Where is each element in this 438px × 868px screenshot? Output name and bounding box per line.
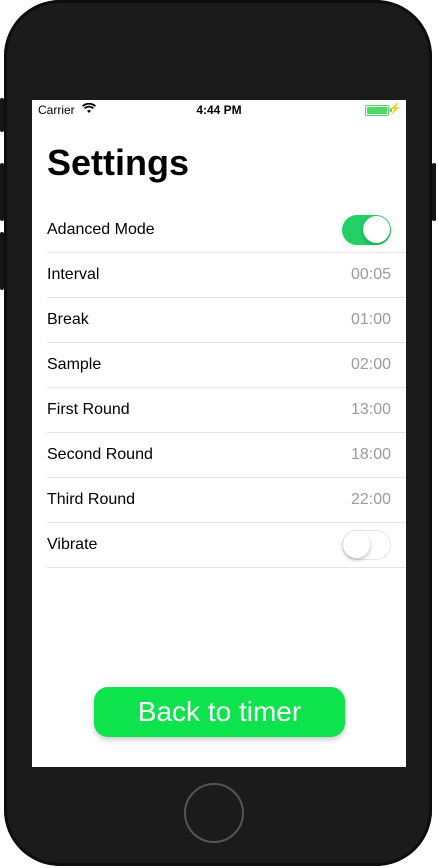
setting-value[interactable]: 00:05 [351, 266, 391, 284]
status-bar: Carrier 4:44 PM ⚡ [32, 100, 406, 120]
vibrate-toggle[interactable] [342, 530, 391, 560]
setting-label: First Round [47, 401, 130, 418]
mute-switch [0, 98, 4, 132]
toggle-knob [343, 531, 370, 558]
setting-row-interval[interactable]: Interval 00:05 [47, 253, 406, 298]
setting-label: Third Round [47, 491, 136, 508]
setting-row-vibrate: Vibrate [47, 523, 406, 568]
setting-row-first-round[interactable]: First Round 13:00 [47, 388, 406, 433]
settings-list: Adanced Mode Interval 00:05 Break 01:00 … [47, 208, 406, 568]
setting-row-sample[interactable]: Sample 02:00 [47, 343, 406, 388]
app-screen: Carrier 4:44 PM ⚡ Settings Adanced Mode … [32, 100, 406, 767]
page-title: Settings [47, 142, 190, 183]
setting-value[interactable]: 13:00 [351, 401, 391, 419]
setting-row-advanced-mode: Adanced Mode [47, 208, 406, 253]
setting-label: Break [47, 311, 89, 328]
back-to-timer-button[interactable]: Back to timer [94, 687, 345, 737]
setting-row-break[interactable]: Break 01:00 [47, 298, 406, 343]
setting-value[interactable]: 01:00 [351, 311, 391, 329]
toggle-knob [363, 216, 390, 243]
setting-value[interactable]: 18:00 [351, 446, 391, 464]
battery-icon [365, 105, 389, 116]
status-time: 4:44 PM [196, 103, 242, 117]
setting-value[interactable]: 22:00 [351, 491, 391, 509]
home-button[interactable] [184, 783, 244, 843]
power-button [432, 163, 436, 221]
volume-down-button [0, 232, 4, 290]
setting-label: Vibrate [47, 536, 98, 553]
setting-label: Second Round [47, 446, 153, 463]
advanced-mode-toggle[interactable] [342, 215, 391, 245]
setting-value[interactable]: 02:00 [351, 356, 391, 374]
setting-label: Adanced Mode [47, 221, 155, 238]
charging-bolt-icon: ⚡ [388, 103, 402, 115]
volume-up-button [0, 163, 4, 221]
setting-label: Sample [47, 356, 102, 373]
setting-label: Interval [47, 266, 100, 283]
setting-row-third-round[interactable]: Third Round 22:00 [47, 478, 406, 523]
setting-row-second-round[interactable]: Second Round 18:00 [47, 433, 406, 478]
